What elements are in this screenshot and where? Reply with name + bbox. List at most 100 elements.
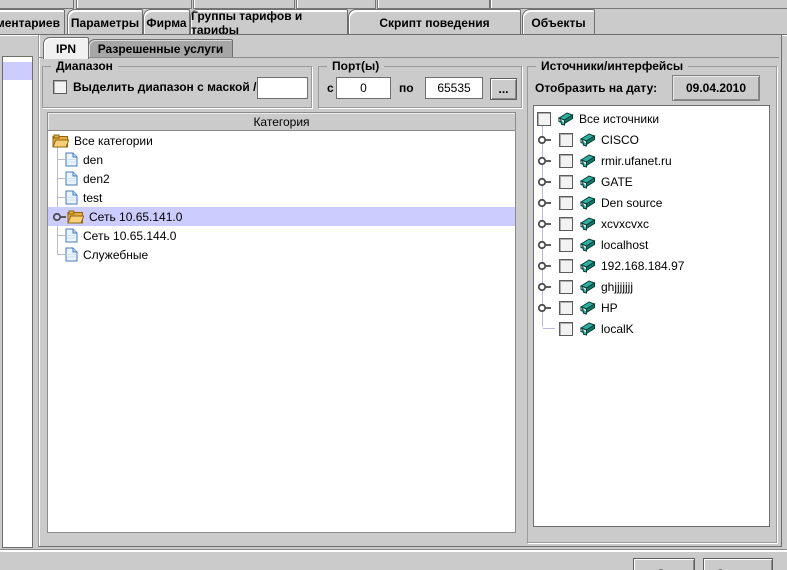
category-label: Служебные <box>83 248 148 262</box>
sidebar-list[interactable] <box>2 56 33 548</box>
source-label: Все источники <box>579 112 659 126</box>
tab[interactable]: Скрипт поведения <box>348 9 521 35</box>
tab[interactable]: Фирма <box>143 9 190 35</box>
source-checkbox[interactable] <box>559 175 573 189</box>
source-checkbox[interactable] <box>559 154 573 168</box>
expand-handle-icon[interactable] <box>537 192 559 213</box>
source-tree-row[interactable]: GATE <box>534 171 769 192</box>
expand-handle-icon[interactable] <box>537 234 559 255</box>
source-label: localK <box>601 322 634 336</box>
document-icon <box>65 171 78 186</box>
tab-label: Объекты <box>531 16 585 30</box>
sources-tree-panel[interactable]: Все источники <box>533 105 770 527</box>
category-tree: Все категории <box>48 131 515 264</box>
partial-tab[interactable] <box>193 0 295 9</box>
source-tree-row[interactable]: Все источники <box>534 108 769 129</box>
expand-handle-icon[interactable] <box>537 129 559 150</box>
source-tree-row[interactable]: ghjjjjjjj <box>534 276 769 297</box>
cancel-button[interactable]: Отмена <box>703 558 773 570</box>
book-icon <box>578 154 596 168</box>
ok-button[interactable]: Ок <box>633 558 695 570</box>
source-checkbox[interactable] <box>559 217 573 231</box>
partial-tab[interactable] <box>490 0 787 9</box>
tree-elbow <box>52 245 65 264</box>
category-table-header[interactable]: Категория <box>47 112 516 131</box>
range-mask-checkbox-label: Выделить диапазон с маской / <box>73 80 256 94</box>
date-value: 09.04.2010 <box>686 81 746 95</box>
expand-handle-icon[interactable] <box>537 171 559 192</box>
tree-elbow <box>537 318 559 339</box>
book-icon <box>578 133 596 147</box>
expand-handle-icon[interactable] <box>537 276 559 297</box>
source-checkbox[interactable] <box>559 133 573 147</box>
partial-tab[interactable] <box>0 0 74 9</box>
port-browse-button[interactable]: ... <box>490 78 517 100</box>
tab[interactable]: Параметры <box>67 9 143 35</box>
category-label: Сеть 10.65.144.0 <box>83 229 176 243</box>
date-button[interactable]: 09.04.2010 <box>672 75 760 101</box>
book-icon <box>578 196 596 210</box>
expand-handle-icon[interactable] <box>537 213 559 234</box>
source-label: xcvxcvxc <box>601 217 649 231</box>
source-checkbox[interactable] <box>559 238 573 252</box>
source-tree-row[interactable]: HP <box>534 297 769 318</box>
source-tree-row[interactable]: xcvxcvxc <box>534 213 769 234</box>
show-on-date-label: Отобразить на дату: <box>535 81 657 95</box>
source-checkbox[interactable] <box>559 259 573 273</box>
category-label: Сеть 10.65.141.0 <box>89 210 182 224</box>
partial-tab[interactable] <box>296 0 376 9</box>
application-window: мментариев Параметры Фирма Группы тарифо… <box>0 0 787 570</box>
source-tree-row[interactable]: 192.168.184.97 <box>534 255 769 276</box>
source-checkbox[interactable] <box>559 322 573 336</box>
expand-handle-icon[interactable] <box>537 297 559 318</box>
column-header-label: Категория <box>253 115 309 129</box>
partial-tab[interactable] <box>377 0 490 9</box>
book-icon <box>578 301 596 315</box>
category-tree-row[interactable]: test <box>48 188 515 207</box>
source-checkbox[interactable] <box>559 196 573 210</box>
source-label: 192.168.184.97 <box>601 259 684 273</box>
range-mask-checkbox[interactable] <box>53 80 67 94</box>
expand-handle-icon[interactable] <box>52 207 67 226</box>
tab-label: мментариев <box>0 16 60 30</box>
tree-elbow <box>52 169 65 188</box>
source-tree-row[interactable]: localK <box>534 318 769 339</box>
document-icon <box>65 247 78 262</box>
tab-ipn[interactable]: IPN <box>43 37 89 59</box>
partial-tab[interactable] <box>76 0 192 9</box>
source-tree-row[interactable]: rmir.ufanet.ru <box>534 150 769 171</box>
category-tree-row[interactable]: den <box>48 150 515 169</box>
tab[interactable]: Объекты <box>522 9 595 35</box>
source-checkbox[interactable] <box>559 301 573 315</box>
source-checkbox[interactable] <box>559 280 573 294</box>
source-checkbox[interactable] <box>537 112 551 126</box>
port-from-label: с <box>327 81 334 95</box>
category-label: Все категории <box>74 134 153 148</box>
tab[interactable]: мментариев <box>0 9 65 35</box>
book-icon <box>578 238 596 252</box>
port-to-input[interactable] <box>425 77 483 99</box>
mask-input[interactable] <box>257 77 308 99</box>
category-tree-panel[interactable]: Все категории <box>47 131 516 533</box>
source-label: rmir.ufanet.ru <box>601 154 672 168</box>
port-from-input[interactable] <box>336 77 391 99</box>
tab[interactable]: Группы тарифов и тарифы <box>190 9 348 35</box>
category-tree-row[interactable]: Все категории <box>48 131 515 150</box>
category-tree-row[interactable]: Служебные <box>48 245 515 264</box>
sources-group-title: Источники/интерфейсы <box>536 59 688 73</box>
source-tree-row[interactable]: Den source <box>534 192 769 213</box>
tab-allowed-services[interactable]: Разрешенные услуги <box>88 39 233 58</box>
source-label: GATE <box>601 175 633 189</box>
category-tree-row[interactable]: den2 <box>48 169 515 188</box>
expand-handle-icon[interactable] <box>537 255 559 276</box>
source-label: Den source <box>601 196 662 210</box>
category-tree-row[interactable]: Сеть 10.65.144.0 <box>48 226 515 245</box>
sources-tree: Все источники <box>534 108 769 339</box>
category-tree-row[interactable]: Сеть 10.65.141.0 <box>48 207 515 226</box>
tree-elbow <box>52 188 65 207</box>
source-tree-row[interactable]: CISCO <box>534 129 769 150</box>
expand-handle-icon[interactable] <box>537 150 559 171</box>
button-label: ... <box>498 82 508 96</box>
source-tree-row[interactable]: localhost <box>534 234 769 255</box>
sidebar-selected-row[interactable] <box>3 62 32 80</box>
